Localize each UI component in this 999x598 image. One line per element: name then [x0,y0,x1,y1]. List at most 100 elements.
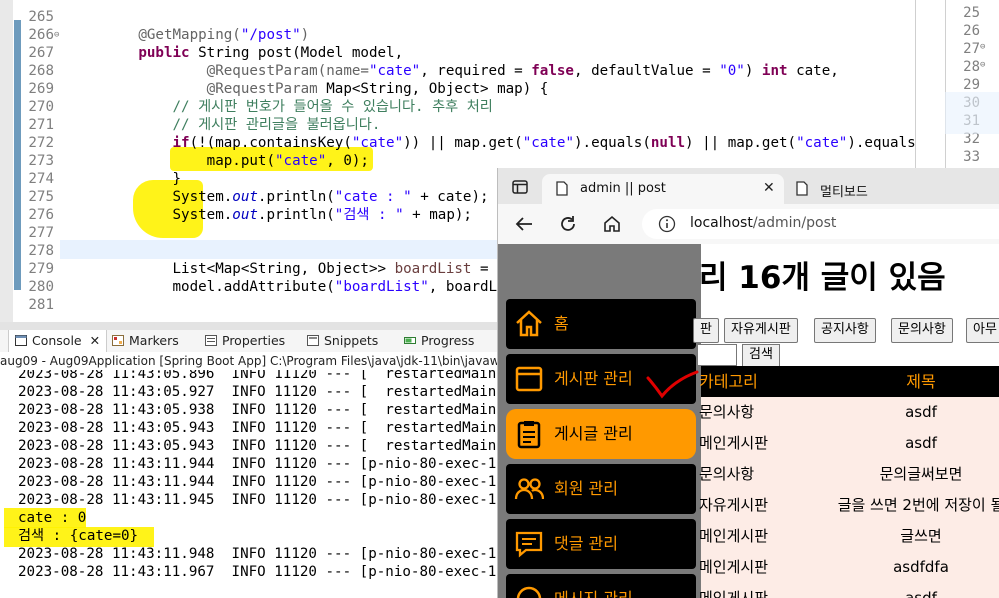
code-annotation: @GetMapping( [138,27,241,43]
menu-post-manage[interactable]: 게시글 관리 [506,409,696,459]
console-line: cate : 0 [18,510,87,526]
code-field: out [232,189,258,205]
table-row[interactable]: 메인게시판 asdf [699,428,999,460]
secondary-editor[interactable]: 25 26 27 ⊖ 28 ⊖ 29 30 31 32 33 [945,0,999,175]
close-icon[interactable]: ✕ [90,333,100,348]
table-row[interactable]: 메인게시판 글쓰면 [699,521,999,553]
line-number: 271 [28,117,54,133]
row-title[interactable]: asdf [796,428,999,459]
row-title[interactable]: 문의글써보면 [796,459,999,490]
refresh-icon[interactable] [558,214,578,238]
line-number: 270 [28,99,54,115]
url-field[interactable]: localhost/admin/post [642,209,999,239]
tab-properties[interactable]: Properties [205,330,285,352]
code-text: + cate); [411,189,489,205]
tab-console[interactable]: Console ✕ [8,330,108,352]
code-annotation: @RequestParam [206,81,318,97]
menu-label: 게시글 관리 [554,424,633,443]
row-category: 문의사항 [699,465,755,483]
check-mark-annotation [646,370,699,399]
menu-label: 메시지 관리 [554,574,633,598]
row-category: 메인게시판 [699,434,769,452]
line-number: 268 [28,63,54,79]
console-line: 2023-08-28 11:43:11.948 INFO 11120 --- [… [18,546,500,562]
tab-title: 멀티보드 [820,185,868,200]
menu-label: 게시판 관리 [554,369,633,388]
tab-snippets[interactable]: Snippets [307,330,378,352]
filter-button[interactable]: 문의사항 [891,318,953,343]
tab-markers[interactable]: Markers [112,330,179,352]
browser-tab-active[interactable]: admin || post ✕ [542,174,784,204]
fold-icon[interactable]: ⊖ [980,60,985,70]
markers-icon [112,331,124,346]
code-string: "boardList" [334,279,429,295]
page-viewport: 홈 게시판 관리 게시글 관리 회원 관리 댓글 관리 메시지 관리 [498,244,999,598]
table-row[interactable]: 문의사항 asdf [699,397,999,429]
console-line: 검색 : {cate=0} [18,528,139,544]
tab-progress[interactable]: Progress [404,330,474,352]
menu-home[interactable]: 홈 [506,299,696,349]
menu-member-manage[interactable]: 회원 관리 [506,464,696,514]
menu-label: 댓글 관리 [554,534,618,553]
console-output[interactable]: 2023-08-28 11:43:05.896 INFO 11120 --- [… [0,370,500,598]
back-icon[interactable] [514,214,534,238]
address-bar: localhost/admin/post [498,204,999,245]
fold-icon[interactable]: ⊖ [54,26,62,44]
search-button[interactable]: 검색 [742,344,780,368]
code-string: "cate" [796,135,848,151]
filter-button[interactable]: 판 [693,318,719,343]
panel-divider[interactable] [0,322,500,330]
fold-icon[interactable]: ⊖ [980,42,985,52]
code-text: .println( [257,189,335,205]
console-line: 2023-08-28 11:43:11.944 INFO 11120 --- [… [18,474,500,490]
menu-message-manage[interactable]: 메시지 관리 [506,574,696,598]
close-icon[interactable]: ✕ [763,180,775,196]
tab-actions-icon[interactable] [512,179,528,198]
code-string: "cate : " [334,189,412,205]
filter-button[interactable]: 공지사항 [814,318,876,343]
row-title[interactable]: 글쓰면 [796,521,999,552]
code-text: ) [744,63,762,79]
line-number: 275 [28,189,54,205]
progress-icon [404,331,416,344]
table-row[interactable]: 메인게시판 asdfdfa [699,552,999,584]
code-text: map.put( [206,153,276,169]
line-number: 277 [28,225,54,241]
code-text: String post(Model model, [189,45,404,61]
menu-comment-manage[interactable]: 댓글 관리 [506,519,696,569]
code-text: List<Map<String, Object>> [172,261,395,277]
column-header: 카테고리 [699,372,758,391]
table-row[interactable]: 메인게시판 asdf [699,583,999,598]
view-tabs: Console ✕ Markers Properties Snippets Pro… [0,330,500,353]
code-string: "검색 : " [334,207,404,223]
row-category: 문의사항 [699,403,755,421]
line-number: 278 [28,243,54,259]
code-string: "cate" [368,63,421,79]
filter-button[interactable]: 자유게시판 [724,318,798,343]
row-title[interactable]: asdf [796,397,999,428]
table-row[interactable]: 자유게시판 글을 쓰면 2번에 저장이 될 [699,490,999,522]
row-title[interactable]: asdfdfa [796,552,999,583]
search-input[interactable] [697,344,737,366]
code-annotation: @RequestParam(name= [206,63,369,79]
browser-tabbar: admin || post ✕ 멀티보드 [498,168,999,204]
tab-label: Progress [421,333,475,348]
current-line-highlight [945,92,999,134]
home-icon[interactable] [602,214,622,238]
browser-window: admin || post ✕ 멀티보드 localhost/admin/pos… [497,168,999,598]
table-row[interactable]: 문의사항 문의글써보면 [699,459,999,491]
console-line: 2023-08-28 11:43:05.896 INFO 11120 --- [… [18,370,500,382]
info-icon[interactable] [658,215,676,237]
browser-tab[interactable]: 멀티보드 [784,174,999,204]
row-title[interactable]: asdf [796,583,999,598]
filter-button[interactable]: 아무 [966,318,999,343]
console-launch-title: aug09 - Aug09Application [Spring Boot Ap… [0,352,500,370]
line-number: 28 [963,59,980,75]
line-number: 33 [963,149,980,165]
code-text: , defaultValue = [573,63,720,79]
row-title[interactable]: 글을 쓰면 2번에 저장이 될 [796,490,999,521]
line-number: 276 [28,207,54,223]
line-number: 26 [963,23,980,39]
row-category: 메인게시판 [699,558,769,576]
console-line: 2023-08-28 11:43:05.938 INFO 11120 --- [… [18,402,500,418]
